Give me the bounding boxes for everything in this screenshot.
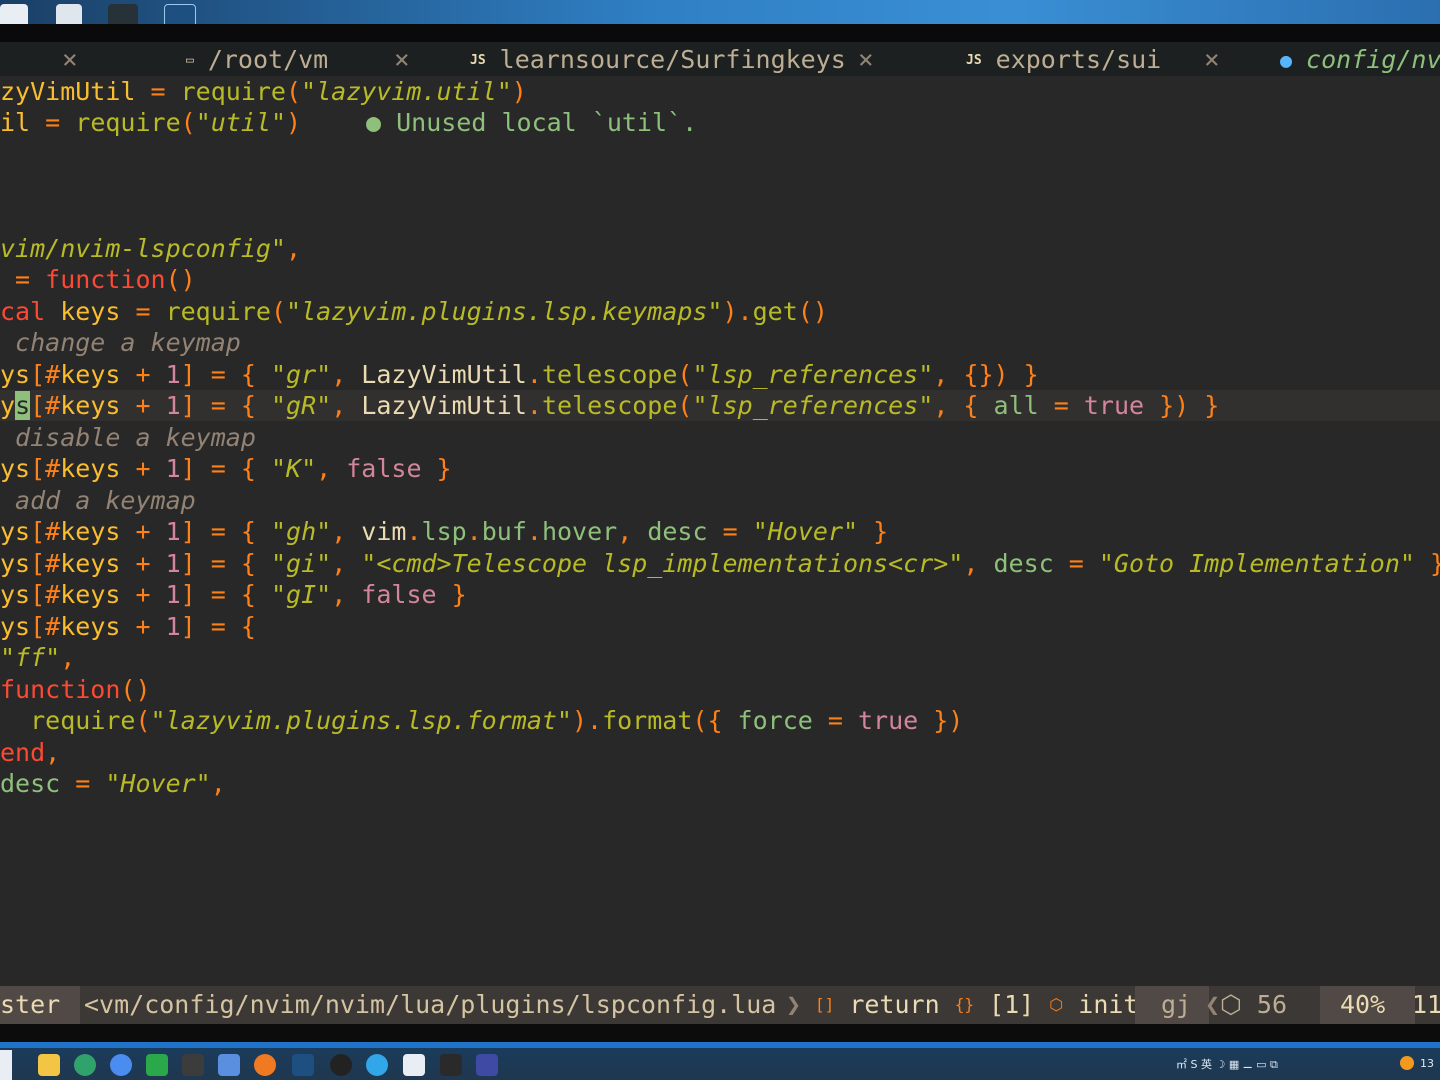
app-icon[interactable]	[440, 1054, 462, 1076]
text-cursor: s	[15, 391, 31, 420]
app-icon[interactable]	[403, 1054, 425, 1076]
tab-config-nvim[interactable]: ● config/nv	[1280, 42, 1440, 78]
code-line: ys[#keys + 1] = { "gi", "<cmd>Telescope …	[0, 549, 1440, 578]
code-line: zyVimUtil = require("lazyvim.util")	[0, 77, 527, 106]
app-icon[interactable]	[56, 4, 82, 24]
tab-exports-sui[interactable]: JS exports/sui	[966, 42, 1161, 78]
code-context-breadcrumb: [] return {} [1] ⬡ init	[815, 990, 1139, 1019]
git-branch: ster	[0, 986, 80, 1024]
chevron-right-icon: ❯	[786, 990, 802, 1019]
close-icon[interactable]: ×	[394, 42, 410, 78]
chevron-left-icon: ❮	[1205, 990, 1221, 1019]
tab-label: /root/vm	[207, 45, 329, 74]
start-button[interactable]	[0, 1050, 12, 1080]
app-icon[interactable]	[366, 1054, 388, 1076]
code-line: ys[#keys + 1] = { "gh", vim.lsp.buf.hove…	[0, 517, 889, 546]
code-line: end,	[0, 738, 61, 767]
array-icon: []	[815, 995, 835, 1014]
object-icon: {}	[954, 995, 974, 1014]
powershell-icon[interactable]	[292, 1054, 314, 1076]
tab-surfingkeys[interactable]: JS learnsource/Surfingkeys	[470, 42, 846, 78]
edge-icon[interactable]	[74, 1054, 96, 1076]
code-comment: disable a keymap	[0, 423, 256, 452]
close-icon[interactable]: ×	[858, 42, 874, 78]
line-number: 11	[1412, 990, 1440, 1019]
system-tray[interactable]: ㎡ S 英 ☽ ▦ ⚊ ▭ ⧉	[1176, 1056, 1278, 1072]
app-icon[interactable]	[108, 4, 138, 24]
column-indicator: ⬡ 56	[1220, 990, 1287, 1019]
firefox-icon[interactable]	[254, 1054, 276, 1076]
app-icon[interactable]	[0, 4, 28, 24]
code-line: require("lazyvim.plugins.lsp.format").fo…	[30, 706, 964, 735]
code-line-current: ys[#keys + 1] = { "gR", LazyVimUtil.tele…	[0, 391, 1220, 420]
js-icon: JS	[470, 53, 486, 68]
pending-keys: gj	[1135, 986, 1210, 1024]
code-editor[interactable]: zyVimUtil = require("lazyvim.util") il =…	[0, 76, 1440, 986]
code-comment: add a keymap	[0, 486, 196, 515]
app-icon[interactable]	[330, 1054, 352, 1076]
code-line: desc = "Hover",	[0, 769, 226, 798]
tab-label: config/nv	[1306, 45, 1440, 74]
diagnostic-message: ● Unused local `util`.	[366, 108, 698, 137]
app-icon[interactable]	[218, 1054, 240, 1076]
buffer-tabline: × ▭/root/vm × JS learnsource/Surfingkeys …	[0, 42, 1440, 78]
tab-root-vm[interactable]: ▭ /root/vm	[186, 42, 328, 78]
window-gap	[0, 24, 1440, 42]
file-explorer-icon[interactable]	[38, 1054, 60, 1076]
code-line: = function()	[0, 265, 196, 294]
module-icon: ⬡	[1049, 995, 1064, 1014]
tab-label: exports/sui	[995, 45, 1162, 74]
code-line: "ff",	[0, 643, 76, 672]
code-line: function()	[0, 675, 151, 704]
code-line: ys[#keys + 1] = { "gI", false }	[0, 580, 467, 609]
window-icon: ▭	[186, 53, 194, 68]
code-line: vim/nvim-lspconfig",	[0, 234, 302, 263]
weather-icon[interactable]	[1400, 1056, 1414, 1070]
command-line[interactable]	[0, 1024, 1440, 1042]
app-icon[interactable]	[164, 4, 196, 24]
taskbar: ㎡ S 英 ☽ ▦ ⚊ ▭ ⧉ 13	[0, 1042, 1440, 1080]
code-line: ys[#keys + 1] = {	[0, 612, 256, 641]
code-line: il = require("util") ● Unused local `util…	[0, 108, 698, 137]
app-sw-icon[interactable]	[476, 1054, 498, 1076]
tab-label: learnsource/Surfingkeys	[499, 45, 846, 74]
close-icon[interactable]: ×	[62, 42, 78, 78]
chrome-icon[interactable]	[110, 1054, 132, 1076]
clock[interactable]: 13	[1420, 1057, 1434, 1070]
file-path: <vm/config/nvim/nvim/lua/plugins/lspconf…	[84, 990, 777, 1019]
close-icon[interactable]: ×	[1204, 42, 1220, 78]
terminal-icon[interactable]	[182, 1054, 204, 1076]
code-line: ys[#keys + 1] = { "gr", LazyVimUtil.tele…	[0, 360, 1039, 389]
js-icon: JS	[966, 53, 982, 68]
code-line: cal keys = require("lazyvim.plugins.lsp.…	[0, 297, 828, 326]
system-title-strip	[0, 0, 1440, 24]
code-line: ys[#keys + 1] = { "K", false }	[0, 454, 452, 483]
code-comment: change a keymap	[0, 328, 241, 357]
scroll-percent: 40%	[1320, 986, 1416, 1024]
react-icon: ●	[1280, 48, 1293, 72]
cube-icon: ⬡	[1220, 990, 1242, 1019]
app-h-icon[interactable]	[146, 1054, 168, 1076]
statusline: ster <vm/config/nvim/nvim/lua/plugins/ls…	[0, 986, 1440, 1024]
